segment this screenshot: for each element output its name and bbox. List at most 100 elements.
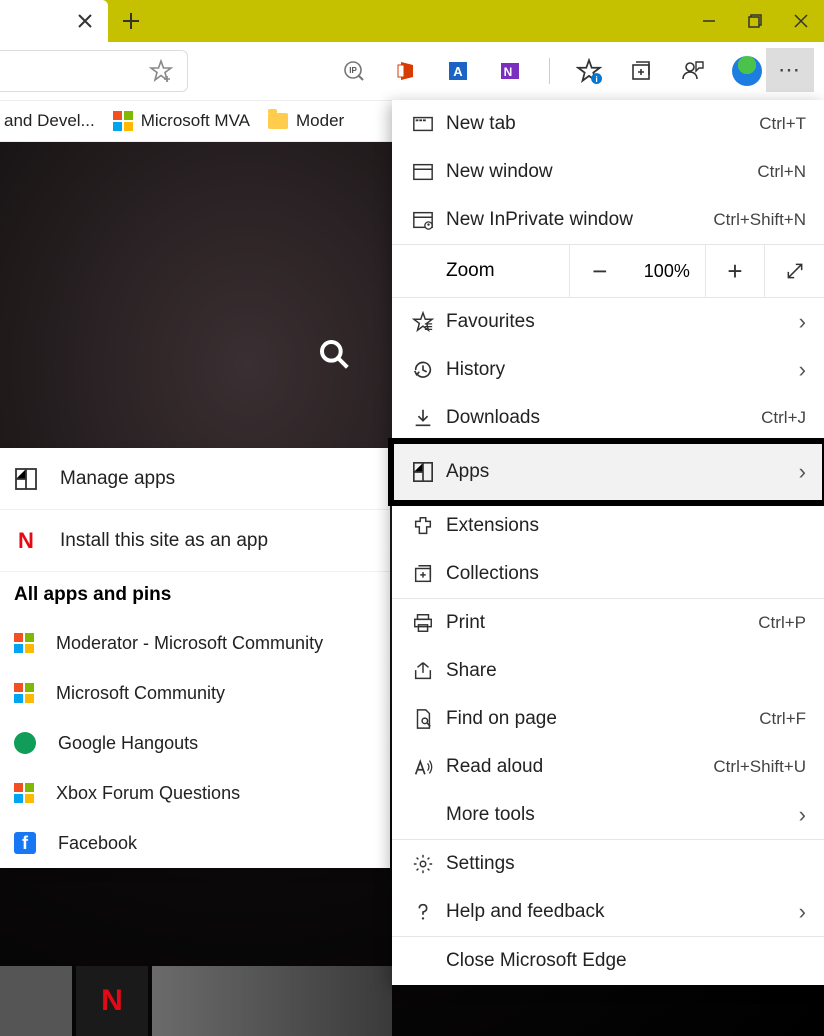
feedback-icon[interactable] [680, 58, 706, 84]
menu-label: Find on page [440, 708, 759, 730]
menu-find-on-page[interactable]: Find on page Ctrl+F [392, 695, 824, 743]
zoom-in-button[interactable]: + [705, 245, 765, 297]
chevron-right-icon: › [799, 899, 806, 925]
collections-toolbar-icon[interactable] [628, 58, 654, 84]
svg-text:N: N [504, 65, 513, 79]
menu-print[interactable]: Print Ctrl+P [392, 599, 824, 647]
zoom-value: 100% [629, 261, 705, 282]
ip-extension-icon[interactable]: IP [341, 58, 367, 84]
favourites-toolbar-icon[interactable]: i [576, 58, 602, 84]
apps-submenu: Manage apps N Install this site as an ap… [0, 448, 390, 868]
downloads-icon [406, 407, 440, 429]
site-search[interactable] [318, 338, 350, 370]
translate-extension-icon[interactable]: A [445, 58, 471, 84]
gear-icon [406, 853, 440, 875]
toolbar-divider [549, 58, 550, 84]
window-close-button[interactable] [778, 0, 824, 42]
extensions-icon [406, 515, 440, 537]
menu-shortcut: Ctrl+J [761, 408, 806, 428]
manage-apps-item[interactable]: Manage apps [0, 448, 390, 510]
menu-collections[interactable]: Collections [392, 550, 824, 598]
app-item[interactable]: Google Hangouts [0, 718, 390, 768]
install-site-as-app-item[interactable]: N Install this site as an app [0, 510, 390, 572]
menu-new-tab[interactable]: New tab Ctrl+T [392, 100, 824, 148]
menu-label: Help and feedback [440, 901, 799, 923]
menu-new-window[interactable]: New window Ctrl+N [392, 148, 824, 196]
menu-share[interactable]: Share [392, 647, 824, 695]
new-tab-button[interactable] [108, 0, 154, 42]
menu-label: Apps [440, 461, 799, 483]
close-tab-icon[interactable] [78, 14, 92, 28]
read-aloud-icon [406, 756, 440, 778]
app-item[interactable]: Moderator - Microsoft Community [0, 618, 390, 668]
thumbnail-netflix[interactable]: N [76, 966, 148, 1036]
menu-settings[interactable]: Settings [392, 840, 824, 888]
onenote-extension-icon[interactable]: N [497, 58, 523, 84]
settings-menu: New tab Ctrl+T New window Ctrl+N New InP… [392, 100, 824, 985]
app-item[interactable]: f Facebook [0, 818, 390, 868]
menu-label: Settings [440, 853, 806, 875]
menu-more-tools[interactable]: More tools › [392, 791, 824, 839]
menu-shortcut: Ctrl+T [759, 114, 806, 134]
bookmark-label: and Devel... [4, 111, 95, 131]
app-label: Xbox Forum Questions [56, 783, 240, 804]
app-label: Facebook [58, 833, 137, 854]
menu-label: Install this site as an app [60, 530, 268, 552]
svg-text:IP: IP [349, 66, 357, 75]
menu-close-edge[interactable]: Close Microsoft Edge [392, 937, 824, 985]
browser-toolbar: IP A N i ⋯ [0, 42, 824, 100]
menu-label: Downloads [440, 407, 761, 429]
fullscreen-button[interactable] [764, 245, 824, 297]
app-item[interactable]: Microsoft Community [0, 668, 390, 718]
app-label: Moderator - Microsoft Community [56, 633, 323, 654]
settings-and-more-button[interactable]: ⋯ [766, 48, 814, 92]
thumbnail[interactable] [0, 966, 72, 1036]
menu-downloads[interactable]: Downloads Ctrl+J [392, 394, 824, 442]
profile-avatar[interactable] [732, 56, 762, 86]
bookmark-label: Microsoft MVA [141, 111, 250, 131]
menu-label: More tools [440, 804, 799, 826]
menu-label: Share [440, 660, 806, 682]
microsoft-logo-icon [14, 633, 34, 653]
menu-extensions[interactable]: Extensions [392, 502, 824, 550]
thumbnail[interactable] [152, 966, 392, 1036]
app-label: Microsoft Community [56, 683, 225, 704]
menu-label: Extensions [440, 515, 806, 537]
new-tab-icon [406, 113, 440, 135]
apps-icon [14, 467, 38, 491]
folder-icon [268, 113, 288, 129]
chevron-right-icon: › [799, 802, 806, 828]
menu-favourites[interactable]: Favourites › [392, 298, 824, 346]
chevron-right-icon: › [799, 459, 806, 485]
address-bar[interactable] [0, 50, 188, 92]
menu-label: Close Microsoft Edge [440, 950, 806, 972]
menu-read-aloud[interactable]: Read aloud Ctrl+Shift+U [392, 743, 824, 791]
window-minimize-button[interactable] [686, 0, 732, 42]
menu-label: New window [440, 161, 757, 183]
microsoft-logo-icon [14, 683, 34, 703]
app-label: Google Hangouts [58, 733, 198, 754]
bookmark-item[interactable]: and Devel... [4, 111, 95, 131]
bookmark-folder[interactable]: Moder [268, 111, 344, 131]
window-maximize-button[interactable] [732, 0, 778, 42]
window-icon [406, 161, 440, 183]
menu-apps[interactable]: Apps › [392, 442, 824, 502]
svg-text:i: i [595, 74, 597, 84]
office-extension-icon[interactable] [393, 58, 419, 84]
window-titlebar [0, 0, 824, 42]
active-tab[interactable] [0, 0, 108, 42]
zoom-out-button[interactable]: − [569, 245, 629, 297]
menu-history[interactable]: History › [392, 346, 824, 394]
microsoft-logo-icon [113, 111, 133, 131]
app-item[interactable]: Xbox Forum Questions [0, 768, 390, 818]
bookmark-item[interactable]: Microsoft MVA [113, 111, 250, 131]
inprivate-icon [406, 209, 440, 231]
menu-label: Manage apps [60, 468, 175, 490]
bookmark-label: Moder [296, 111, 344, 131]
share-icon [406, 660, 440, 682]
print-icon [406, 612, 440, 634]
menu-help[interactable]: Help and feedback › [392, 888, 824, 936]
hangouts-icon [14, 732, 36, 754]
menu-new-inprivate[interactable]: New InPrivate window Ctrl+Shift+N [392, 196, 824, 244]
add-favourite-icon[interactable] [149, 59, 173, 83]
